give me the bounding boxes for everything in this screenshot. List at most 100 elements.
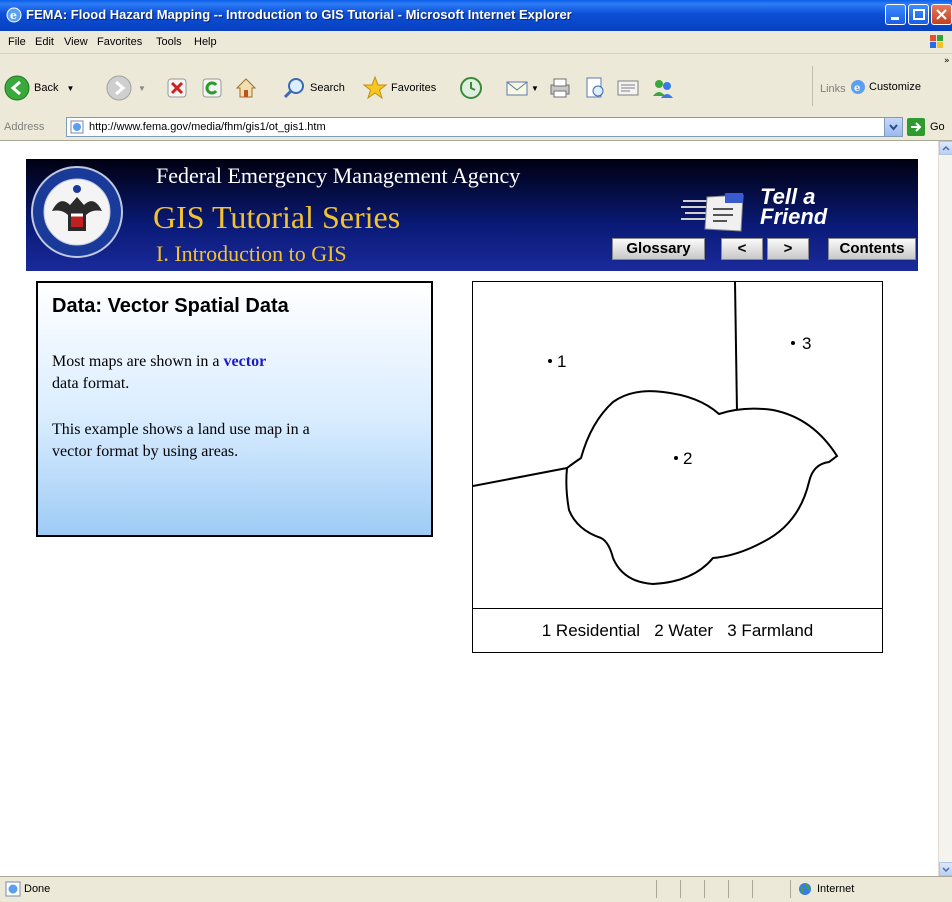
minimize-icon (891, 17, 899, 20)
messenger-icon (653, 80, 673, 98)
back-arrow-icon (4, 75, 30, 101)
ie-page-icon (5, 881, 21, 897)
status-divider (680, 880, 681, 898)
agency-name: Federal Emergency Management Agency (156, 163, 521, 188)
search-button[interactable]: Search (282, 76, 345, 100)
scroll-down-button[interactable] (939, 862, 952, 876)
history-button[interactable] (459, 76, 483, 100)
mail-icon (506, 81, 528, 96)
history-icon (460, 77, 482, 99)
menu-bar: File Edit View Favorites Tools Help (0, 31, 952, 54)
toolbar-chevron-icon[interactable]: » (944, 56, 950, 66)
lesson-panel: Data: Vector Spatial Data Most maps are … (36, 281, 433, 537)
lesson-heading: Data: Vector Spatial Data (52, 295, 289, 317)
messenger-button[interactable] (651, 76, 675, 100)
chapter-title: I. Introduction to GIS (156, 241, 347, 266)
tell-a-friend-line2: Friend (760, 204, 828, 229)
menu-tools[interactable]: Tools (156, 36, 182, 48)
chevron-down-icon (942, 867, 950, 873)
vector-glossary-link[interactable]: vector (224, 353, 267, 370)
forward-dropdown-icon[interactable]: ▼ (138, 84, 146, 93)
status-divider (790, 880, 791, 898)
map-label-1: 1 (557, 352, 566, 371)
search-icon (283, 78, 304, 99)
map-label-3: 3 (802, 334, 811, 353)
go-label[interactable]: Go (930, 121, 945, 133)
close-button[interactable] (931, 4, 952, 25)
header-banner: Federal Emergency Management Agency GIS … (26, 159, 918, 271)
address-input[interactable]: http://www.fema.gov/media/fhm/gis1/ot_gi… (66, 117, 903, 137)
forward-button[interactable]: ▼ (106, 75, 146, 101)
status-divider (704, 880, 705, 898)
vector-map-figure: 1 2 3 1 Residential 2 Water 3 Farmland (472, 281, 883, 653)
edit-page-icon (586, 77, 604, 98)
stop-button[interactable] (166, 77, 188, 99)
menu-view[interactable]: View (64, 36, 88, 48)
paragraph-1-text: Most maps are shown in a (52, 353, 220, 370)
minimize-button[interactable] (885, 4, 906, 25)
window-title: FEMA: Flood Hazard Mapping -- Introducti… (26, 7, 572, 22)
print-button[interactable] (548, 76, 572, 100)
svg-text:e: e (10, 9, 17, 22)
mail-dropdown-icon[interactable]: ▼ (531, 84, 539, 93)
tell-a-friend-icon[interactable] (681, 187, 761, 235)
favorites-button[interactable]: Favorites (362, 75, 436, 101)
status-bar: Done Internet (0, 876, 952, 902)
window-title-bar[interactable]: e FEMA: Flood Hazard Mapping -- Introduc… (0, 0, 952, 31)
page-viewport[interactable]: Federal Emergency Management Agency GIS … (0, 141, 938, 876)
chevron-down-icon (889, 124, 898, 131)
lesson-paragraph-1: Most maps are shown in a vector data for… (52, 351, 352, 395)
paragraph-1-text-end: data format. (52, 375, 130, 392)
vector-map-drawing: 1 2 3 (473, 282, 839, 586)
chevron-up-icon (942, 145, 950, 151)
residential-boundary-west (473, 467, 568, 487)
home-icon (235, 78, 257, 98)
water-polygon (565, 390, 839, 586)
menu-file[interactable]: File (8, 36, 26, 48)
edit-button[interactable] (583, 76, 607, 100)
back-dropdown-icon[interactable]: ▼ (66, 84, 74, 93)
links-label[interactable]: Links (820, 83, 846, 95)
glossary-button[interactable]: Glossary (612, 238, 705, 260)
contents-button[interactable]: Contents (828, 238, 916, 260)
status-divider (728, 880, 729, 898)
customize-links-button[interactable]: e Customize (850, 79, 921, 95)
scroll-up-button[interactable] (939, 141, 952, 155)
address-dropdown-button[interactable] (884, 118, 902, 136)
home-button[interactable] (234, 76, 258, 100)
maximize-button[interactable] (908, 4, 929, 25)
menu-favorites[interactable]: Favorites (97, 36, 142, 48)
back-button[interactable]: Back ▼ (4, 75, 74, 101)
go-arrow-icon (911, 122, 922, 132)
favorites-label: Favorites (391, 82, 437, 94)
status-divider (752, 880, 753, 898)
tell-a-friend-link[interactable]: Tell a Friend (760, 186, 828, 229)
refresh-button[interactable] (201, 77, 223, 99)
mail-button[interactable]: ▼ (505, 76, 539, 100)
fema-seal-icon (31, 166, 123, 258)
water-point (674, 456, 678, 460)
toolbar-separator (812, 66, 813, 106)
customize-label: Customize (869, 81, 921, 93)
security-zone: Internet (817, 883, 855, 895)
address-bar: Address http://www.fema.gov/media/fhm/gi… (0, 114, 952, 141)
search-label: Search (310, 82, 345, 94)
windows-logo-icon (930, 35, 943, 48)
previous-button[interactable]: < (721, 238, 763, 260)
printer-icon (550, 78, 570, 98)
vertical-scrollbar[interactable] (938, 141, 952, 876)
favorites-star-icon (362, 75, 388, 100)
next-button[interactable]: > (767, 238, 809, 260)
discuss-button[interactable] (616, 76, 640, 100)
residential-farmland-boundary (734, 282, 738, 413)
close-icon (936, 9, 947, 20)
ie-page-icon (70, 120, 84, 134)
menu-edit[interactable]: Edit (35, 36, 54, 48)
refresh-icon (202, 78, 222, 98)
map-legend: 1 Residential 2 Water 3 Farmland (473, 608, 882, 653)
ie-page-icon: e (851, 80, 865, 94)
discuss-icon (617, 80, 639, 96)
go-button[interactable] (907, 118, 925, 136)
menu-help[interactable]: Help (194, 36, 217, 48)
address-label: Address (4, 121, 45, 133)
